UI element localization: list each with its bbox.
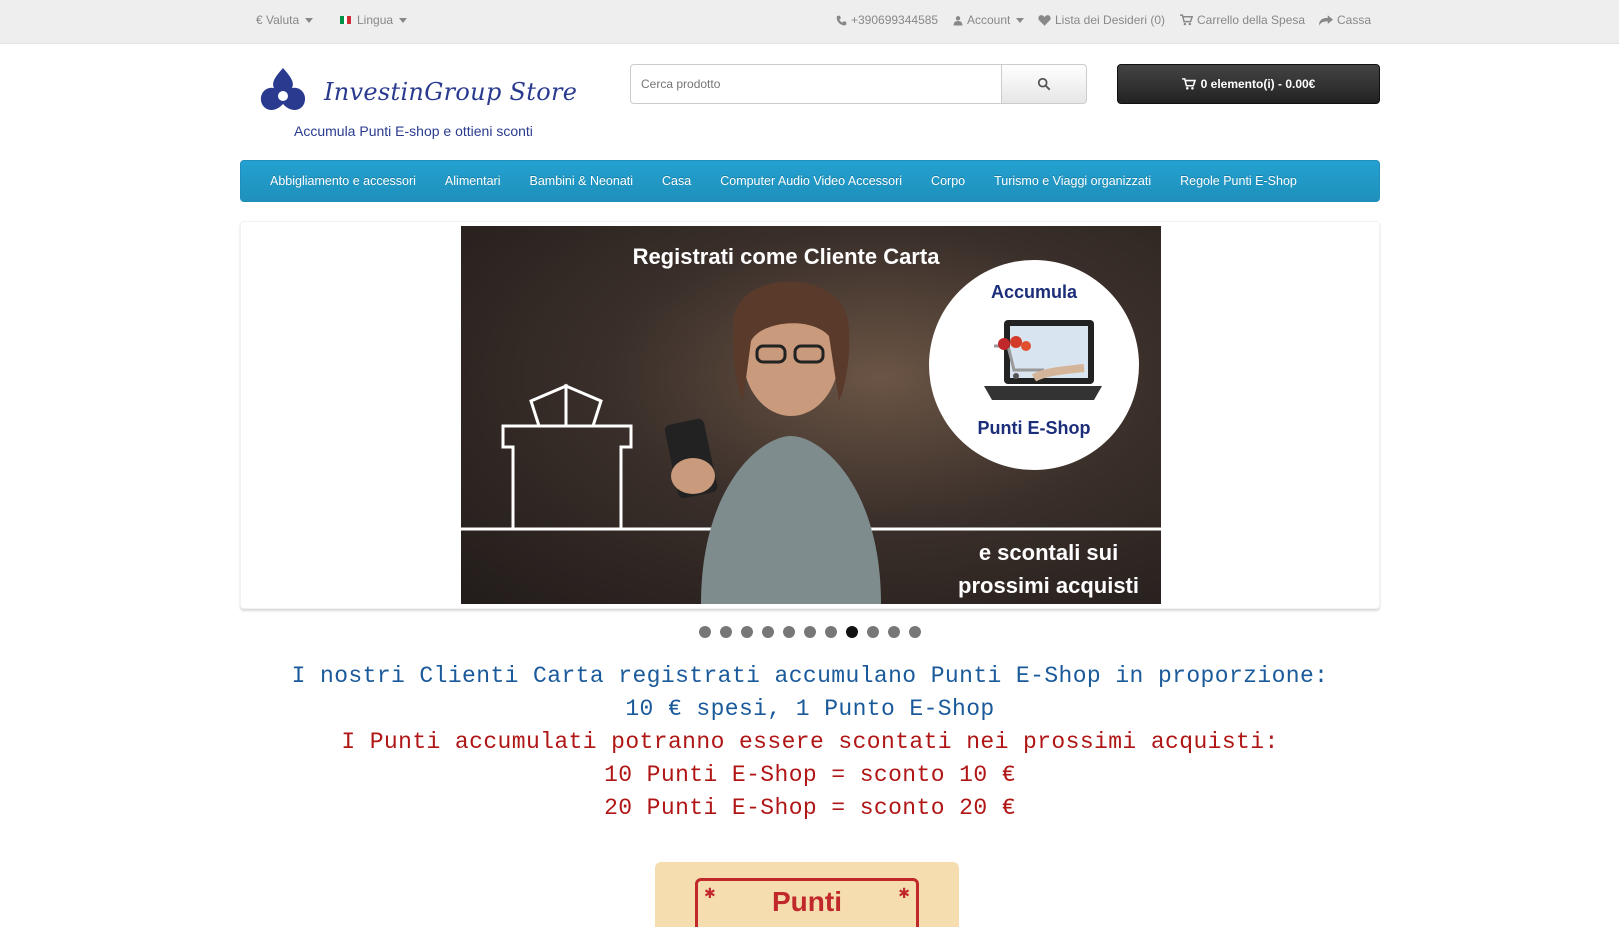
promo-line-4: 10 Punti E-Shop = sconto 10 € [604,762,1016,788]
phone-icon [836,15,847,25]
cart-summary: 0 elemento(i) - 0.00€ [1200,77,1316,91]
shopping-cart-icon [1181,78,1196,90]
account-label: Account [967,13,1011,27]
promo-text: I nostri Clienti Carta registrati accumu… [240,660,1380,825]
nav-item-computer[interactable]: Computer Audio Video Accessori [720,174,902,188]
nav-item-alimentari[interactable]: Alimentari [445,174,501,188]
top-bar: € Valuta Lingua +390699344585 Account Li… [0,0,1619,44]
pagination-dot[interactable] [867,626,879,638]
search-icon [1037,77,1051,91]
pagination-dot[interactable] [699,626,711,638]
cart-label: Carrello della Spesa [1197,13,1306,27]
currency-label: € Valuta [256,13,300,27]
banner-bottom-line2: prossimi acquisti [958,573,1139,598]
currency-dropdown[interactable]: € Valuta [256,0,314,40]
cart-link[interactable]: Carrello della Spesa [1180,0,1305,40]
share-icon [1319,14,1333,26]
pagination-dot[interactable] [909,626,921,638]
nav-item-abbigliamento[interactable]: Abbigliamento e accessori [270,174,416,188]
search-bar [630,64,1087,104]
pagination-dot[interactable] [762,626,774,638]
logo-title: InvestinGroup Store [324,78,578,106]
checkout-link[interactable]: Cassa [1319,0,1371,40]
points-ticket-image: ✱ ✱ Punti [655,862,959,927]
user-icon [953,15,963,25]
search-button[interactable] [1002,64,1087,104]
ticket-frame: ✱ ✱ Punti [695,878,919,927]
nav-item-bambini[interactable]: Bambini & Neonati [530,174,634,188]
chevron-down-icon [1016,17,1025,23]
banner-circle: Accumula Punti E-Shop [929,260,1139,470]
language-dropdown[interactable]: Lingua [340,0,408,40]
nav-item-regole-punti[interactable]: Regole Punti E-Shop [1180,174,1297,188]
pagination-dot[interactable] [888,626,900,638]
circle-bottom-text: Punti E-Shop [977,418,1091,438]
account-dropdown[interactable]: Account [953,0,1025,40]
pagination-dot[interactable] [741,626,753,638]
pagination-dot[interactable] [804,626,816,638]
checkout-label: Cassa [1337,13,1372,27]
nav-item-corpo[interactable]: Corpo [931,174,965,188]
phone-number: +390699344585 [851,13,939,27]
promo-line-1: I nostri Clienti Carta registrati accumu… [291,663,1329,689]
logo-emblem-icon [260,68,306,110]
category-menu: Abbigliamento e accessori Alimentari Bam… [240,160,1380,202]
shopping-cart-icon [1180,14,1193,26]
slideshow-pagination [699,626,921,638]
circle-top-text: Accumula [990,282,1078,302]
laptop-cart-icon [984,320,1102,400]
banner-bottom-line1: e scontali sui [978,540,1119,565]
promo-banner[interactable]: Registrati come Cliente Carta Accumula P… [461,226,1161,604]
heart-icon [1038,15,1051,26]
search-input[interactable] [630,64,1003,104]
pagination-dot[interactable] [825,626,837,638]
cart-dropdown-button[interactable]: 0 elemento(i) - 0.00€ [1117,64,1380,104]
italy-flag-icon [340,16,352,24]
wishlist-label: Lista dei Desideri (0) [1055,13,1166,27]
phone-link[interactable]: +390699344585 [836,0,938,40]
promo-line-2: 10 € spesi, 1 Punto E-Shop [625,696,995,722]
nav-item-turismo[interactable]: Turismo e Viaggi organizzati [994,174,1151,188]
banner-bottom-text: e scontali sui prossimi acquisti [958,536,1139,602]
wishlist-link[interactable]: Lista dei Desideri (0) [1038,0,1165,40]
slideshow: Registrati come Cliente Carta Accumula P… [240,221,1380,609]
pagination-dot[interactable] [720,626,732,638]
nav-item-casa[interactable]: Casa [662,174,691,188]
ticket-text: Punti [772,886,842,917]
promo-line-3: I Punti accumulati potranno essere scont… [341,729,1279,755]
pagination-dot[interactable] [846,626,858,638]
promo-line-5: 20 Punti E-Shop = sconto 20 € [604,795,1016,821]
pagination-dot[interactable] [783,626,795,638]
logo-tagline: Accumula Punti E-shop e ottieni sconti [294,123,533,139]
language-label: Lingua [357,13,394,27]
store-logo[interactable]: InvestinGroup Store Accumula Punti E-sho… [256,66,578,146]
chevron-down-icon [399,17,408,23]
chevron-down-icon [305,17,314,23]
